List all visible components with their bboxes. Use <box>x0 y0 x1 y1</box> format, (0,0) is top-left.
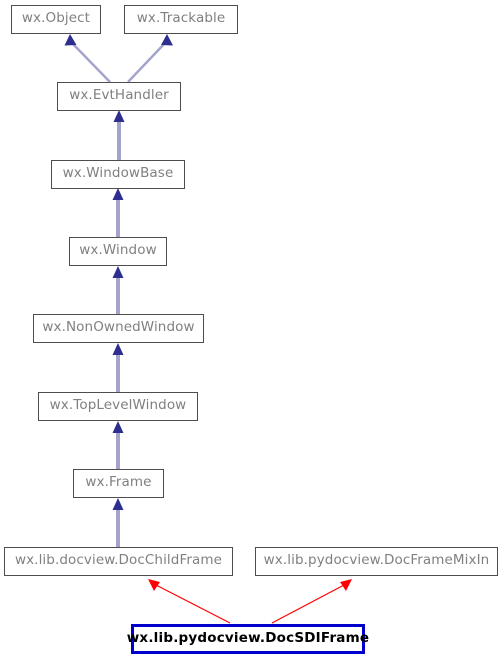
class-node-wx-trackable[interactable]: wx.Trackable <box>124 5 238 34</box>
edge-nonownedwindow-to-window <box>112 266 124 314</box>
class-node-wx-toplevelwindow[interactable]: wx.TopLevelWindow <box>38 392 198 421</box>
class-node-label: wx.Window <box>79 242 157 259</box>
edge-window-to-windowbase <box>112 188 124 237</box>
class-node-wx-window[interactable]: wx.Window <box>69 237 167 266</box>
class-node-label: wx.lib.pydocview.DocSDIFrame <box>126 629 370 646</box>
class-node-label: wx.lib.docview.DocChildFrame <box>14 552 223 569</box>
class-node-wx-object[interactable]: wx.Object <box>11 5 101 34</box>
class-inheritance-diagram: wx.Object wx.Trackable wx.EvtHandler wx.… <box>0 0 504 659</box>
class-node-label: wx.Object <box>21 10 91 27</box>
edge-toplevelwindow-to-nonownedwindow <box>112 343 124 392</box>
class-node-wx-windowbase[interactable]: wx.WindowBase <box>51 160 185 189</box>
class-node-docsdiframe[interactable]: wx.lib.pydocview.DocSDIFrame <box>127 624 369 654</box>
edge-windowbase-to-evthandler <box>113 110 125 160</box>
edge-docchildframe-to-frame <box>112 498 124 547</box>
class-node-docframemixin[interactable]: wx.lib.pydocview.DocFrameMixIn <box>255 547 498 576</box>
class-node-label: wx.WindowBase <box>62 165 174 182</box>
class-node-label: wx.Frame <box>85 474 152 491</box>
class-node-label: wx.EvtHandler <box>69 87 169 104</box>
class-node-label: wx.lib.pydocview.DocFrameMixIn <box>263 552 490 569</box>
class-node-wx-nonownedwindow[interactable]: wx.NonOwnedWindow <box>33 314 204 343</box>
edge-evthandler-to-object <box>64 34 111 83</box>
class-node-label: wx.NonOwnedWindow <box>42 319 195 336</box>
class-node-label: wx.TopLevelWindow <box>49 397 187 414</box>
edge-frame-to-toplevelwindow <box>112 421 124 469</box>
class-node-docchildframe[interactable]: wx.lib.docview.DocChildFrame <box>4 547 233 576</box>
class-node-wx-evthandler[interactable]: wx.EvtHandler <box>57 82 181 111</box>
edge-docsdiframe-to-docframemixin <box>271 579 352 624</box>
class-node-wx-frame[interactable]: wx.Frame <box>73 469 164 498</box>
class-node-label: wx.Trackable <box>136 10 226 27</box>
edge-evthandler-to-trackable <box>127 34 173 83</box>
edge-docsdiframe-to-docchildframe <box>148 579 231 624</box>
